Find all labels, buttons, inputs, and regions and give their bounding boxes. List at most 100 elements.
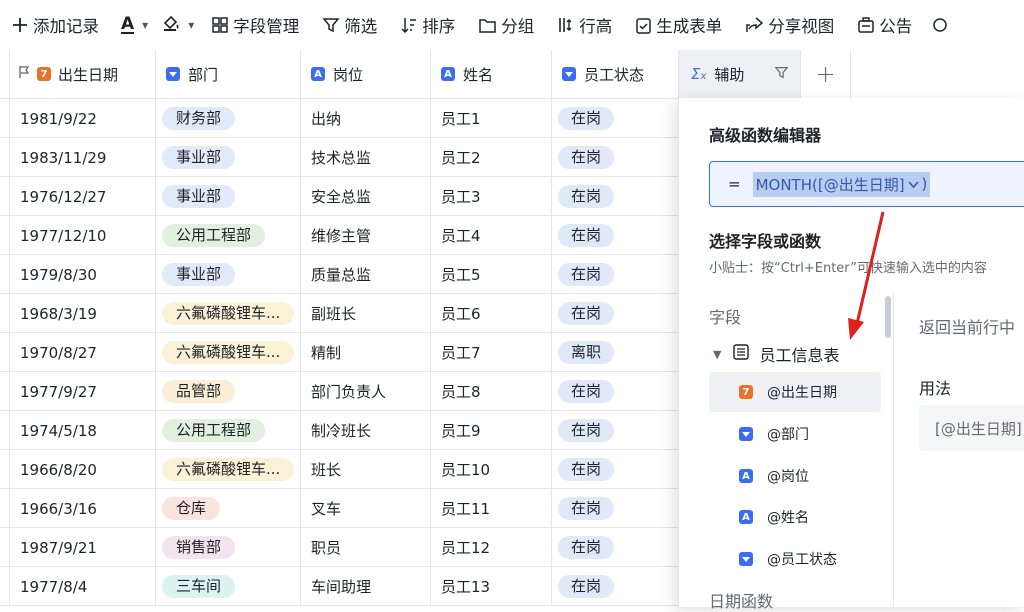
column-header-post[interactable]: A 岗位 (301, 50, 431, 99)
cell-status[interactable]: 在岗 (552, 489, 680, 528)
cell-birth[interactable]: 1966/3/16 (10, 489, 156, 528)
table-row[interactable]: 1976/12/27 事业部 安全总监 员工3 在岗 (0, 177, 680, 216)
cell-dept[interactable]: 品管部 (156, 372, 301, 411)
column-header-dept[interactable]: 部门 (156, 50, 301, 99)
fill-color-button[interactable]: ▾ (162, 0, 194, 50)
table-row[interactable]: 1966/3/16 仓库 叉车 员工11 在岗 (0, 489, 680, 528)
column-header-status[interactable]: 员工状态 (552, 50, 680, 99)
cell-post[interactable]: 叉车 (301, 489, 431, 528)
add-column-button[interactable]: + (801, 50, 851, 99)
table-row[interactable]: 1968/3/19 六氟磷酸锂车... 副班长 员工6 在岗 (0, 294, 680, 333)
table-row[interactable]: 1966/8/20 六氟磷酸锂车... 班长 员工10 在岗 (0, 450, 680, 489)
notice-button[interactable]: 公告 (858, 0, 912, 50)
cell-name[interactable]: 员工13 (431, 567, 552, 606)
cell-status[interactable]: 在岗 (552, 450, 680, 489)
cell-name[interactable]: 员工1 (431, 99, 552, 138)
cell-dept[interactable]: 财务部 (156, 99, 301, 138)
formula-input[interactable]: = MONTH([@出生日期] ) (709, 161, 1024, 207)
cell-birth[interactable]: 1977/9/27 (10, 372, 156, 411)
cell-post[interactable]: 部门负责人 (301, 372, 431, 411)
table-row[interactable]: 1981/9/22 财务部 出纳 员工1 在岗 (0, 99, 680, 138)
group-button[interactable]: 分组 (479, 0, 534, 50)
cell-birth[interactable]: 1974/5/18 (10, 411, 156, 450)
cell-post[interactable]: 职员 (301, 528, 431, 567)
cell-birth[interactable]: 1976/12/27 (10, 177, 156, 216)
cell-status[interactable]: 在岗 (552, 411, 680, 450)
cell-birth[interactable]: 1970/8/27 (10, 333, 156, 372)
table-node[interactable]: ▼ 员工信息表 (713, 342, 839, 366)
table-row[interactable]: 1974/5/18 公用工程部 制冷班长 员工9 在岗 (0, 411, 680, 450)
text-color-button[interactable]: A ▾ (121, 0, 148, 50)
cell-birth[interactable]: 1966/8/20 (10, 450, 156, 489)
cell-birth[interactable]: 1977/12/10 (10, 216, 156, 255)
cell-post[interactable]: 出纳 (301, 99, 431, 138)
cell-dept[interactable]: 事业部 (156, 177, 301, 216)
gen-form-button[interactable]: 生成表单 (636, 0, 722, 50)
cell-dept[interactable]: 六氟磷酸锂车... (156, 333, 301, 372)
cell-dept[interactable]: 销售部 (156, 528, 301, 567)
cell-birth[interactable]: 1968/3/19 (10, 294, 156, 333)
cell-status[interactable]: 在岗 (552, 255, 680, 294)
cell-status[interactable]: 在岗 (552, 294, 680, 333)
field-item-birth[interactable]: 7 @出生日期 (709, 372, 881, 412)
cell-status[interactable]: 在岗 (552, 567, 680, 606)
cell-name[interactable]: 员工8 (431, 372, 552, 411)
cell-status[interactable]: 在岗 (552, 99, 680, 138)
cell-name[interactable]: 员工9 (431, 411, 552, 450)
cell-name[interactable]: 员工6 (431, 294, 552, 333)
field-item-dept[interactable]: @部门 (709, 414, 881, 454)
cell-name[interactable]: 员工10 (431, 450, 552, 489)
cell-dept[interactable]: 仓库 (156, 489, 301, 528)
cell-post[interactable]: 安全总监 (301, 177, 431, 216)
cell-post[interactable]: 副班长 (301, 294, 431, 333)
add-record-button[interactable]: 添加记录 (12, 0, 99, 50)
cell-dept[interactable]: 公用工程部 (156, 216, 301, 255)
cell-dept[interactable]: 事业部 (156, 255, 301, 294)
table-row[interactable]: 1979/8/30 事业部 质量总监 员工5 在岗 (0, 255, 680, 294)
cell-name[interactable]: 员工3 (431, 177, 552, 216)
cell-post[interactable]: 维修主管 (301, 216, 431, 255)
cell-status[interactable]: 在岗 (552, 138, 680, 177)
table-row[interactable]: 1983/11/29 事业部 技术总监 员工2 在岗 (0, 138, 680, 177)
table-row[interactable]: 1970/8/27 六氟磷酸锂车... 精制 员工7 离职 (0, 333, 680, 372)
cell-post[interactable]: 质量总监 (301, 255, 431, 294)
cell-status[interactable]: 在岗 (552, 216, 680, 255)
cell-status[interactable]: 在岗 (552, 528, 680, 567)
sort-button[interactable]: 排序 (401, 0, 455, 50)
table-row[interactable]: 1987/9/21 销售部 职员 员工12 在岗 (0, 528, 680, 567)
chevron-down-icon[interactable] (907, 175, 919, 193)
cell-status[interactable]: 在岗 (552, 177, 680, 216)
cell-birth[interactable]: 1981/9/22 (10, 99, 156, 138)
cell-dept[interactable]: 六氟磷酸锂车... (156, 294, 301, 333)
cell-post[interactable]: 技术总监 (301, 138, 431, 177)
column-header-aux[interactable]: Σx 辅助 (678, 50, 801, 99)
cell-dept[interactable]: 六氟磷酸锂车... (156, 450, 301, 489)
cell-post[interactable]: 车间助理 (301, 567, 431, 606)
cell-post[interactable]: 制冷班长 (301, 411, 431, 450)
column-header-birth[interactable]: 7 出生日期 (10, 50, 156, 99)
cell-dept[interactable]: 事业部 (156, 138, 301, 177)
cell-name[interactable]: 员工11 (431, 489, 552, 528)
cell-status[interactable]: 在岗 (552, 372, 680, 411)
field-manage-button[interactable]: 字段管理 (212, 0, 299, 50)
cell-name[interactable]: 员工4 (431, 216, 552, 255)
filter-icon[interactable] (774, 65, 789, 83)
cell-dept[interactable]: 三车间 (156, 567, 301, 606)
column-header-name[interactable]: A 姓名 (431, 50, 552, 99)
cell-birth[interactable]: 1983/11/29 (10, 138, 156, 177)
field-item-post[interactable]: A @岗位 (709, 456, 881, 496)
cell-name[interactable]: 员工5 (431, 255, 552, 294)
cell-dept[interactable]: 公用工程部 (156, 411, 301, 450)
scrollbar-thumb[interactable] (885, 296, 891, 338)
cell-birth[interactable]: 1987/9/21 (10, 528, 156, 567)
cell-name[interactable]: 员工2 (431, 138, 552, 177)
field-item-name[interactable]: A @姓名 (709, 497, 881, 537)
cell-post[interactable]: 班长 (301, 450, 431, 489)
table-row[interactable]: 1977/8/4 三车间 车间助理 员工13 在岗 (0, 567, 680, 606)
filter-button[interactable]: 筛选 (323, 0, 377, 50)
more-icon[interactable] (932, 0, 948, 50)
share-view-button[interactable]: 分享视图 (746, 0, 834, 50)
table-row[interactable]: 1977/12/10 公用工程部 维修主管 员工4 在岗 (0, 216, 680, 255)
cell-name[interactable]: 员工12 (431, 528, 552, 567)
cell-post[interactable]: 精制 (301, 333, 431, 372)
